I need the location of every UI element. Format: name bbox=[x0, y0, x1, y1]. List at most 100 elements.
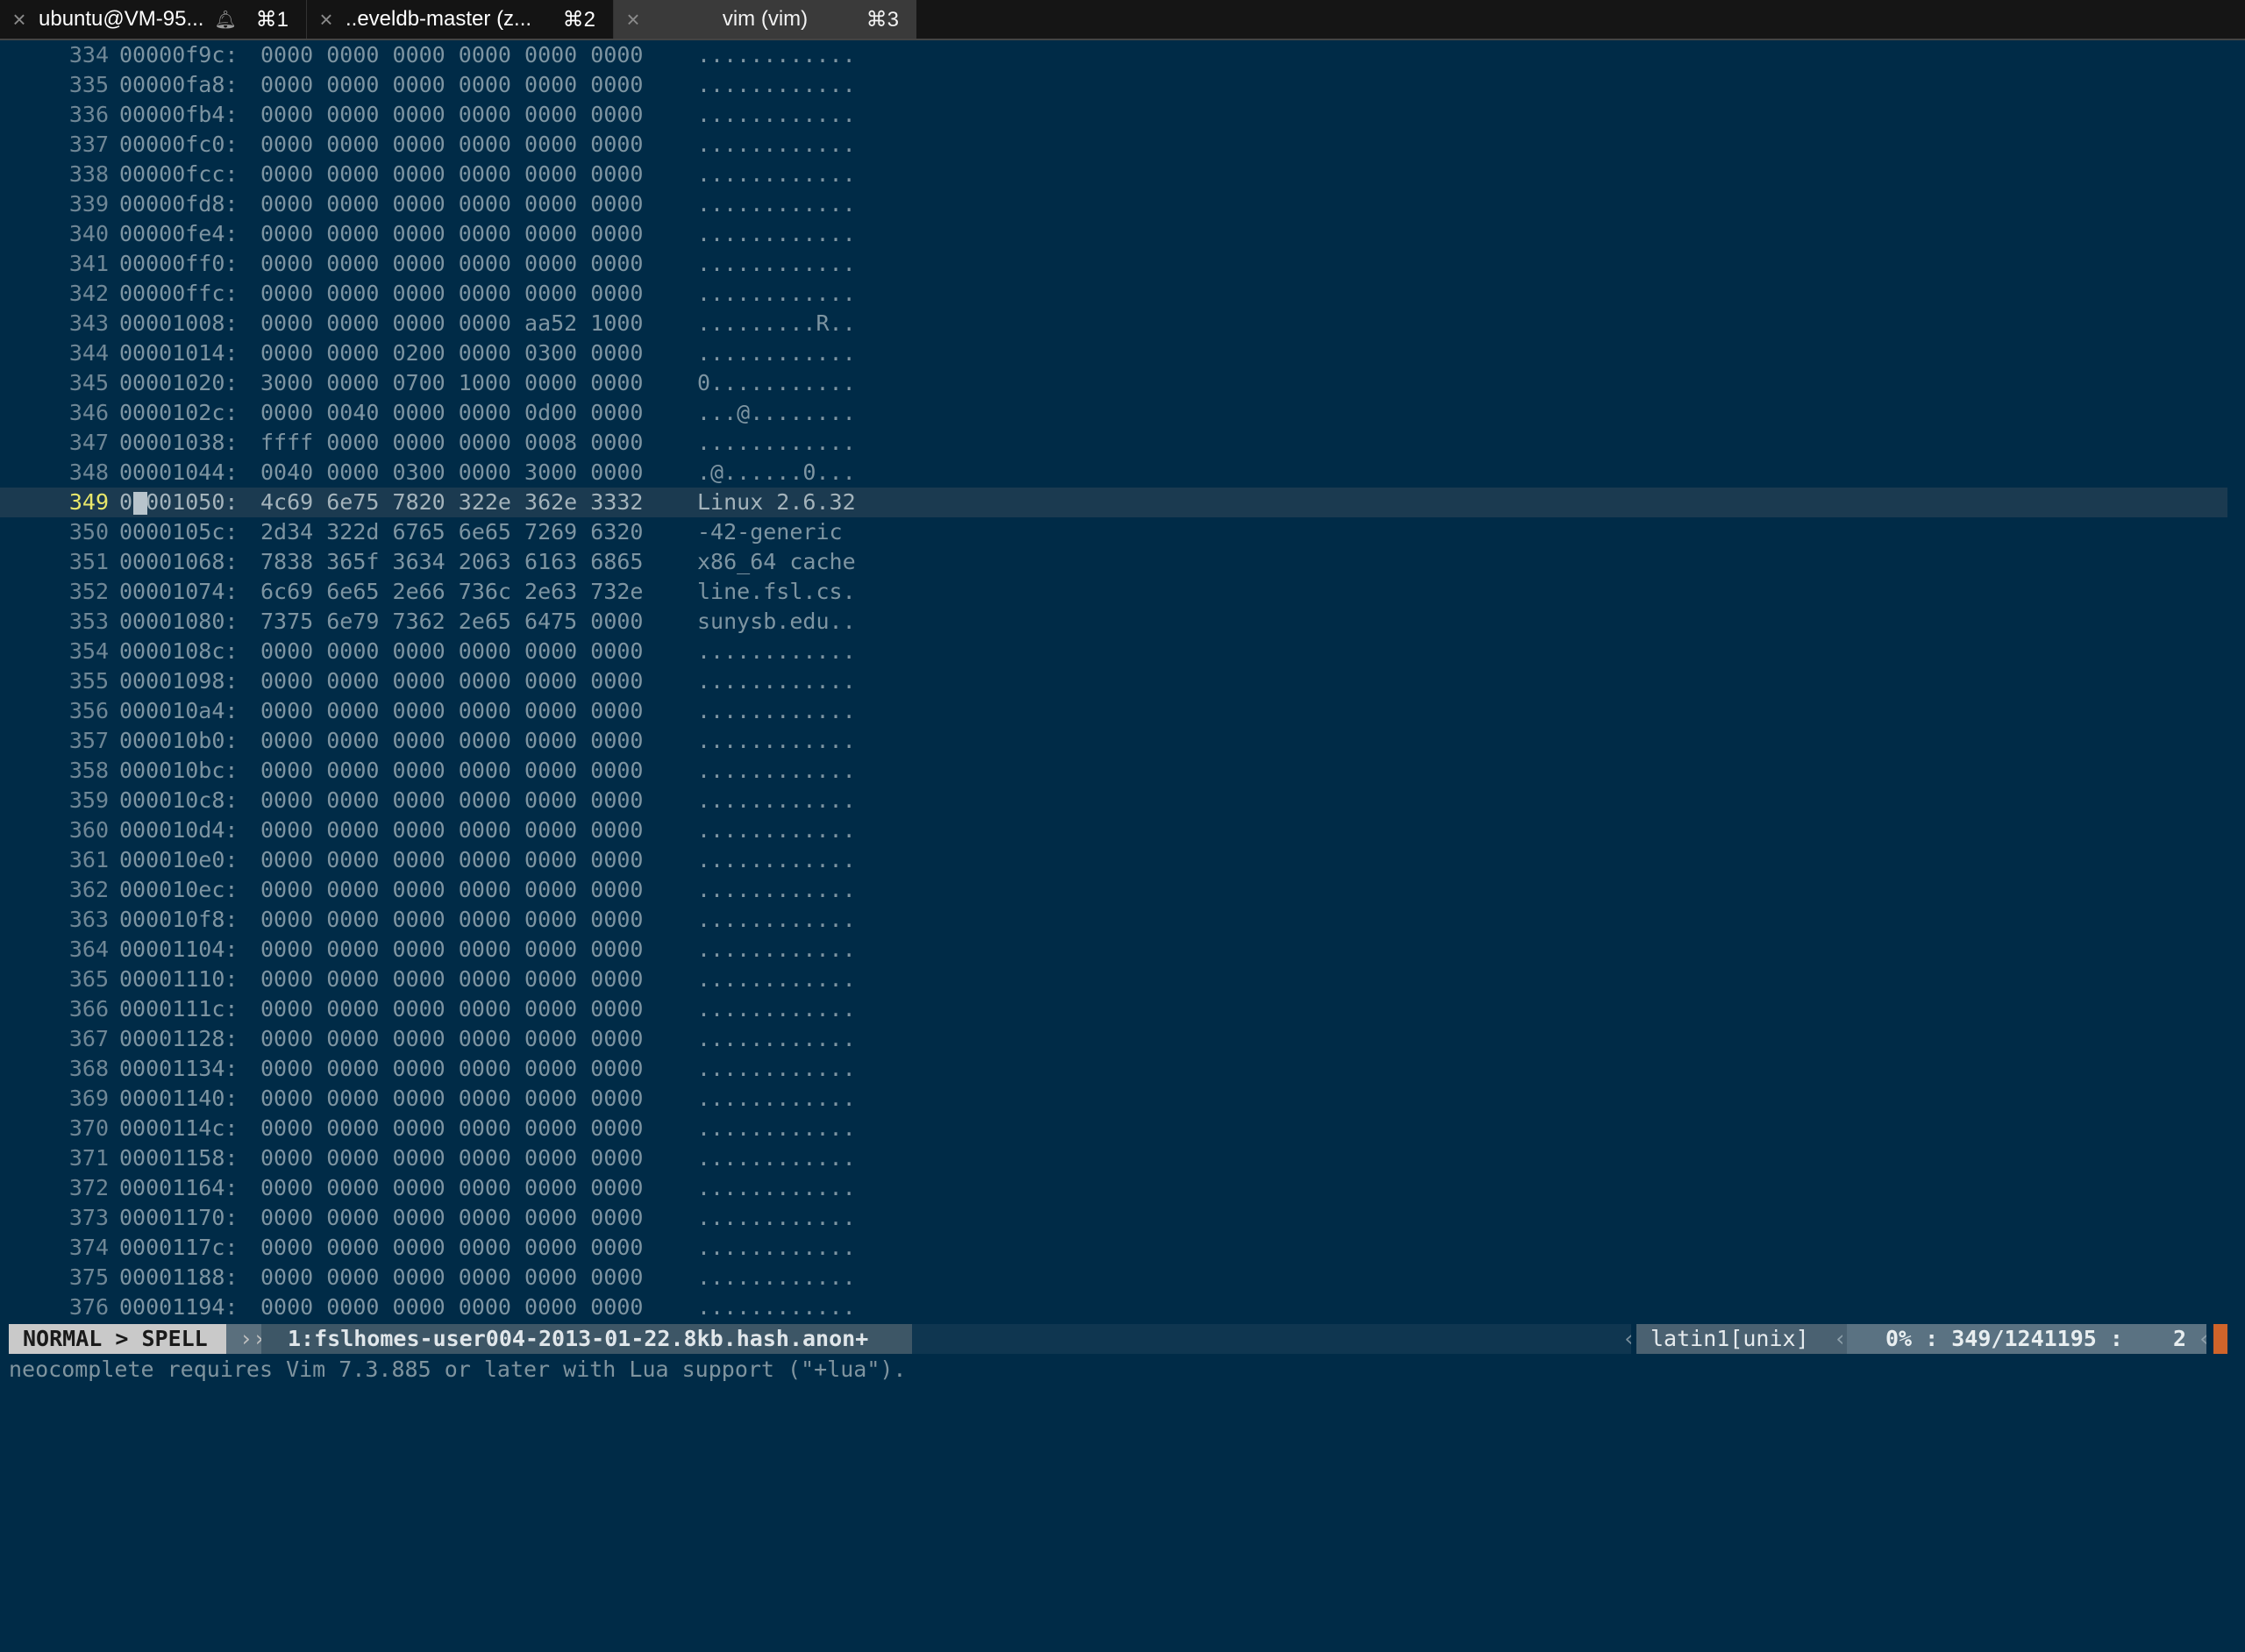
line-number: 340 bbox=[68, 221, 109, 246]
line-number: 364 bbox=[68, 936, 109, 962]
hex-bytes: 0000 0000 0000 0000 0000 0000 bbox=[260, 132, 644, 157]
ascii-text: ............ bbox=[697, 787, 856, 813]
status-line: NORMAL > SPELL ›› 1:fslhomes-user004-201… bbox=[0, 1324, 2245, 1354]
ascii-text: ............ bbox=[697, 996, 856, 1022]
hex-bytes: 3000 0000 0700 1000 0000 0000 bbox=[260, 370, 644, 395]
hex-line[interactable]: 373 00001170: 0000 0000 0000 0000 0000 000… bbox=[0, 1203, 2245, 1233]
hex-line[interactable]: 354 0000108c: 0000 0000 0000 0000 0000 000… bbox=[0, 637, 2245, 666]
address: 00001008: bbox=[119, 310, 239, 336]
hex-line[interactable]: 355 00001098: 0000 0000 0000 0000 0000 000… bbox=[0, 666, 2245, 696]
ascii-text: ............ bbox=[697, 1145, 856, 1171]
hex-line[interactable]: 365 00001110: 0000 0000 0000 0000 0000 000… bbox=[0, 965, 2245, 994]
hex-bytes: 0000 0000 0000 0000 0000 0000 bbox=[260, 1264, 644, 1290]
hex-line[interactable]: 367 00001128: 0000 0000 0000 0000 0000 000… bbox=[0, 1024, 2245, 1054]
hex-line[interactable]: 336 00000fb4: 0000 0000 0000 0000 0000 000… bbox=[0, 100, 2245, 130]
address: 0000117c: bbox=[119, 1235, 239, 1260]
hex-line[interactable]: 347 00001038: ffff 0000 0000 0000 0008 000… bbox=[0, 428, 2245, 458]
hex-line[interactable]: 345 00001020: 3000 0000 0700 1000 0000 000… bbox=[0, 368, 2245, 398]
tab-1[interactable]: × ubuntu@VM-95... 🔔︎ ⌘1 bbox=[0, 0, 307, 39]
hex-line[interactable]: 374 0000117c: 0000 0000 0000 0000 0000 000… bbox=[0, 1233, 2245, 1263]
hex-line[interactable]: 352 00001074: 6c69 6e65 2e66 736c 2e63 732… bbox=[0, 577, 2245, 607]
hex-line[interactable]: 337 00000fc0: 0000 0000 0000 0000 0000 000… bbox=[0, 130, 2245, 160]
hex-bytes: 0000 0000 0000 0000 0000 0000 bbox=[260, 191, 644, 217]
address: 0000111c: bbox=[119, 996, 239, 1022]
position-text: 0% : 349/1241195 : bbox=[1885, 1326, 2123, 1351]
line-number: 350 bbox=[68, 519, 109, 545]
hex-line[interactable]: 366 0000111c: 0000 0000 0000 0000 0000 000… bbox=[0, 994, 2245, 1024]
hex-line[interactable]: 359 000010c8: 0000 0000 0000 0000 0000 000… bbox=[0, 786, 2245, 815]
chevron-right-icon: ›› bbox=[226, 1324, 266, 1354]
current-line[interactable]: 349 00001050: 4c69 6e75 7820 322e 362e 333… bbox=[0, 488, 2227, 517]
hex-bytes: ffff 0000 0000 0000 0008 0000 bbox=[260, 430, 644, 455]
ascii-text: 0........... bbox=[697, 370, 856, 395]
ascii-text: ............ bbox=[697, 638, 856, 664]
close-tab-1-icon[interactable]: × bbox=[0, 0, 39, 39]
ascii-text: ............ bbox=[697, 132, 856, 157]
hex-line[interactable]: 344 00001014: 0000 0000 0200 0000 0300 000… bbox=[0, 338, 2245, 368]
hex-line[interactable]: 368 00001134: 0000 0000 0000 0000 0000 000… bbox=[0, 1054, 2245, 1084]
hex-line[interactable]: 376 00001194: 0000 0000 0000 0000 0000 000… bbox=[0, 1292, 2245, 1322]
hex-line[interactable]: 362 000010ec: 0000 0000 0000 0000 0000 000… bbox=[0, 875, 2245, 905]
hex-line[interactable]: 363 000010f8: 0000 0000 0000 0000 0000 000… bbox=[0, 905, 2245, 935]
line-number: 354 bbox=[68, 638, 109, 664]
address: 000010bc: bbox=[119, 758, 239, 783]
hex-line[interactable]: 358 000010bc: 0000 0000 0000 0000 0000 000… bbox=[0, 756, 2245, 786]
ascii-text: ............ bbox=[697, 847, 856, 872]
hex-line[interactable]: 360 000010d4: 0000 0000 0000 0000 0000 000… bbox=[0, 815, 2245, 845]
hex-line[interactable]: 340 00000fe4: 0000 0000 0000 0000 0000 000… bbox=[0, 219, 2245, 249]
close-tab-2-icon[interactable]: × bbox=[307, 0, 346, 39]
hex-line[interactable]: 346 0000102c: 0000 0040 0000 0000 0d00 000… bbox=[0, 398, 2245, 428]
hex-line[interactable]: 341 00000ff0: 0000 0000 0000 0000 0000 000… bbox=[0, 249, 2245, 279]
address: 00001080: bbox=[119, 609, 239, 634]
hex-line[interactable]: 351 00001068: 7838 365f 3634 2063 6163 686… bbox=[0, 547, 2245, 577]
ascii-text: line.fsl.cs. bbox=[697, 579, 856, 604]
tab-2-title: ..eveldb-master (z... bbox=[346, 7, 532, 31]
line-number: 345 bbox=[68, 370, 109, 395]
hex-line[interactable]: 375 00001188: 0000 0000 0000 0000 0000 000… bbox=[0, 1263, 2245, 1292]
column-number: 2 bbox=[2173, 1326, 2187, 1351]
ascii-text: ............ bbox=[697, 1086, 856, 1111]
tab-2[interactable]: × ..eveldb-master (z... ⌘2 bbox=[307, 0, 614, 39]
hex-line[interactable]: 342 00000ffc: 0000 0000 0000 0000 0000 000… bbox=[0, 279, 2245, 309]
ascii-text: ............ bbox=[697, 758, 856, 783]
hex-line[interactable]: 357 000010b0: 0000 0000 0000 0000 0000 000… bbox=[0, 726, 2245, 756]
cursor bbox=[133, 492, 147, 515]
hex-line[interactable]: 334 00000f9c: 0000 0000 0000 0000 0000 000… bbox=[0, 40, 2245, 70]
address: 00001068: bbox=[119, 549, 239, 574]
line-number: 353 bbox=[68, 609, 109, 634]
hex-line[interactable]: 370 0000114c: 0000 0000 0000 0000 0000 000… bbox=[0, 1114, 2245, 1143]
hex-line[interactable]: 350 0000105c: 2d34 322d 6765 6e65 7269 632… bbox=[0, 517, 2245, 547]
hex-line[interactable]: 372 00001164: 0000 0000 0000 0000 0000 000… bbox=[0, 1173, 2245, 1203]
hex-line[interactable]: 356 000010a4: 0000 0000 0000 0000 0000 000… bbox=[0, 696, 2245, 726]
ascii-text: ............ bbox=[697, 728, 856, 753]
ascii-text: -42-generic bbox=[697, 519, 856, 545]
line-number: 368 bbox=[68, 1056, 109, 1081]
hex-bytes: 6c69 6e65 2e66 736c 2e63 732e bbox=[260, 579, 644, 604]
hex-line[interactable]: 371 00001158: 0000 0000 0000 0000 0000 000… bbox=[0, 1143, 2245, 1173]
line-number: 335 bbox=[68, 72, 109, 97]
hex-line[interactable]: 361 000010e0: 0000 0000 0000 0000 0000 000… bbox=[0, 845, 2245, 875]
hex-bytes: 0000 0000 0200 0000 0300 0000 bbox=[260, 340, 644, 366]
tab-3[interactable]: × vim (vim) ⌘3 bbox=[614, 0, 916, 39]
hex-bytes: 0000 0000 0000 0000 0000 0000 bbox=[260, 936, 644, 962]
address: 000010c8: bbox=[119, 787, 239, 813]
hex-line[interactable]: 353 00001080: 7375 6e79 7362 2e65 6475 000… bbox=[0, 607, 2245, 637]
ascii-text: ............ bbox=[697, 877, 856, 902]
hex-line[interactable]: 348 00001044: 0040 0000 0300 0000 3000 000… bbox=[0, 458, 2245, 488]
hex-line[interactable]: 339 00000fd8: 0000 0000 0000 0000 0000 000… bbox=[0, 189, 2245, 219]
line-number: 358 bbox=[68, 758, 109, 783]
hex-line[interactable]: 343 00001008: 0000 0000 0000 0000 aa52 100… bbox=[0, 309, 2245, 338]
hex-line[interactable]: 338 00000fcc: 0000 0000 0000 0000 0000 000… bbox=[0, 160, 2245, 189]
line-number: 355 bbox=[68, 668, 109, 694]
hex-line[interactable]: 369 00001140: 0000 0000 0000 0000 0000 000… bbox=[0, 1084, 2245, 1114]
hex-bytes: 0000 0000 0000 0000 0000 0000 bbox=[260, 221, 644, 246]
vim-buffer[interactable]: 334 00000f9c: 0000 0000 0000 0000 0000 000… bbox=[0, 40, 2245, 1322]
ascii-text: .........R.. bbox=[697, 310, 856, 336]
hex-line[interactable]: 335 00000fa8: 0000 0000 0000 0000 0000 000… bbox=[0, 70, 2245, 100]
line-number: 373 bbox=[68, 1205, 109, 1230]
hex-line[interactable]: 364 00001104: 0000 0000 0000 0000 0000 000… bbox=[0, 935, 2245, 965]
hex-bytes: 0000 0000 0000 0000 0000 0000 bbox=[260, 161, 644, 187]
line-number: 376 bbox=[68, 1294, 109, 1320]
address: 0000108c: bbox=[119, 638, 239, 664]
line-number: 367 bbox=[68, 1026, 109, 1051]
